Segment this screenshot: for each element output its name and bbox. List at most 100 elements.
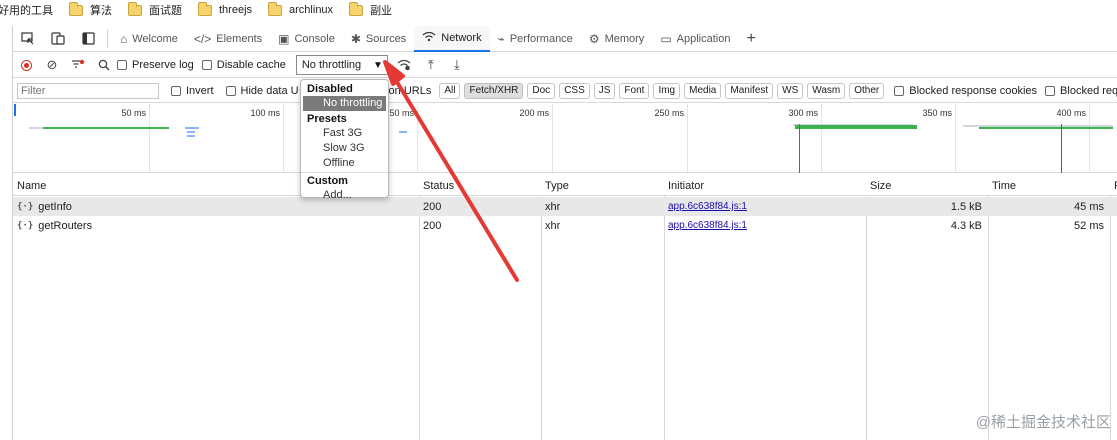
chip-doc[interactable]: Doc	[527, 82, 556, 99]
checkbox-box	[171, 85, 181, 96]
xhr-icon: {·}	[17, 201, 34, 212]
table-header: Name Status Type Initiator Size Time F	[13, 176, 1117, 196]
chip-media[interactable]: Media	[684, 82, 722, 99]
wifi-icon	[422, 31, 436, 45]
clear-icon: ⊘	[46, 57, 58, 72]
add-tab-button[interactable]: +	[738, 26, 763, 52]
bookmark-algorithms[interactable]: 算法	[69, 0, 112, 20]
chip-all[interactable]: All	[439, 82, 461, 99]
column-header-status[interactable]: Status	[419, 176, 541, 195]
export-har-button[interactable]: ⤓	[444, 53, 470, 77]
invert-checkbox[interactable]: Invert	[171, 85, 214, 97]
tab-label: Performance	[509, 32, 573, 45]
column-header-fulfilled[interactable]: F	[1110, 176, 1117, 195]
bookmark-interview[interactable]: 面试题	[128, 0, 182, 20]
bookmark-threejs[interactable]: threejs	[198, 0, 252, 20]
menu-item-add[interactable]: Add...	[301, 188, 388, 203]
network-overview[interactable]: 50 ms 100 ms 150 ms 200 ms 250 ms 300 ms…	[13, 104, 1117, 173]
hide-data-urls-checkbox[interactable]: Hide data U	[225, 85, 299, 97]
gear-chip-icon: ⚙	[588, 31, 600, 46]
chip-manifest[interactable]: Manifest	[725, 82, 774, 99]
upload-icon: ⤒	[427, 57, 434, 72]
clear-button[interactable]: ⊘	[39, 53, 65, 77]
dock-panel-icon[interactable]	[73, 26, 103, 52]
tab-console[interactable]: ▣ Console	[270, 26, 343, 52]
bookmark-side-business[interactable]: 副业	[349, 0, 392, 20]
checkbox-box	[225, 85, 236, 96]
initiator-cell: app.6c638f84.js:1	[664, 216, 866, 235]
chip-img[interactable]: Img	[653, 82, 681, 99]
menu-group-presets: Presets	[307, 113, 347, 125]
bookmark-tools[interactable]: 好用的工具	[0, 0, 53, 20]
column-header-size[interactable]: Size	[866, 176, 988, 195]
tab-application[interactable]: ▭ Application	[652, 26, 738, 52]
menu-item-fast-3g[interactable]: Fast 3G	[301, 126, 388, 141]
devtools-tab-bar: ⌂ Welcome </> Elements ▣ Console ✱ Sourc…	[13, 25, 1117, 52]
tab-label: Memory	[604, 32, 645, 45]
tab-welcome[interactable]: ⌂ Welcome	[112, 26, 186, 52]
blocked-requests-checkbox[interactable]: Blocked requ	[1045, 85, 1117, 97]
requests-table: Name Status Type Initiator Size Time F {…	[13, 176, 1117, 440]
column-header-initiator[interactable]: Initiator	[664, 176, 866, 195]
menu-item-offline[interactable]: Offline	[301, 156, 388, 171]
tab-sources[interactable]: ✱ Sources	[343, 26, 414, 52]
tab-performance[interactable]: ⌁ Performance	[490, 26, 581, 52]
network-conditions-button[interactable]	[392, 53, 418, 77]
chip-ws[interactable]: WS	[777, 82, 804, 99]
checkbox-label: Preserve log	[132, 59, 194, 71]
import-har-button[interactable]: ⤒	[418, 53, 444, 77]
house-icon: ⌂	[120, 31, 128, 46]
column-header-type[interactable]: Type	[541, 176, 664, 195]
table-row[interactable]: {·} getInfo 200 xhr app.6c638f84.js:1 1.…	[13, 197, 1117, 216]
throttling-select[interactable]: No throttling ▼	[295, 55, 388, 75]
checkbox-box	[894, 85, 905, 96]
record-icon	[20, 59, 32, 71]
checkbox-label: Disable cache	[216, 59, 286, 71]
tab-network[interactable]: Network	[414, 25, 490, 52]
preserve-log-checkbox[interactable]: Preserve log	[117, 59, 194, 71]
filter-input[interactable]	[17, 82, 159, 99]
initiator-link[interactable]: app.6c638f84.js:1	[668, 220, 747, 231]
menu-item-slow-3g[interactable]: Slow 3G	[301, 141, 388, 156]
table-row[interactable]: {·} getRouters 200 xhr app.6c638f84.js:1…	[13, 216, 1117, 235]
tab-elements[interactable]: </> Elements	[186, 26, 270, 52]
bookmark-label: 算法	[90, 5, 112, 17]
chip-wasm[interactable]: Wasm	[807, 82, 846, 99]
device-emulation-icon[interactable]	[43, 26, 73, 52]
menu-group-disabled: Disabled	[307, 83, 353, 95]
bug-icon: ✱	[350, 31, 361, 46]
search-button[interactable]	[91, 53, 117, 77]
overview-waterfall	[14, 104, 1113, 173]
tab-memory[interactable]: ⚙ Memory	[581, 26, 653, 52]
folder-icon	[268, 1, 283, 16]
chip-fetch-xhr[interactable]: Fetch/XHR	[464, 82, 524, 99]
caret-down-icon: ▼	[372, 59, 383, 71]
bookmark-label: threejs	[219, 4, 253, 16]
status-cell: 200	[423, 200, 442, 213]
throttling-value: No throttling	[301, 59, 362, 71]
chip-font[interactable]: Font	[619, 82, 650, 99]
initiator-link[interactable]: app.6c638f84.js:1	[668, 201, 747, 212]
divider	[107, 29, 108, 48]
bookmark-label: archlinux	[289, 4, 334, 16]
initiator-cell: app.6c638f84.js:1	[664, 197, 866, 216]
tab-label: Sources	[365, 32, 407, 45]
status-cell: 200	[423, 219, 442, 232]
filter-toggle-button[interactable]	[65, 53, 91, 77]
disable-cache-checkbox[interactable]: Disable cache	[201, 59, 286, 71]
inspect-element-icon[interactable]	[13, 26, 43, 52]
record-button[interactable]	[13, 53, 39, 77]
checkbox-box	[201, 60, 212, 70]
chip-js[interactable]: JS	[593, 82, 616, 99]
filter-icon	[72, 59, 85, 68]
bookmark-archlinux[interactable]: archlinux	[268, 0, 333, 20]
blocked-cookies-checkbox[interactable]: Blocked response cookies	[894, 85, 1037, 97]
chip-css[interactable]: CSS	[559, 82, 590, 99]
checkbox-box	[1045, 85, 1056, 96]
chip-other[interactable]: Other	[849, 82, 885, 99]
menu-item-no-throttling[interactable]: No throttling	[303, 96, 386, 111]
pulse-icon: ⌁	[497, 31, 505, 46]
request-name-cell: {·} getRouters	[13, 216, 419, 235]
column-header-time[interactable]: Time	[988, 176, 1110, 195]
tab-label: Elements	[216, 32, 263, 45]
